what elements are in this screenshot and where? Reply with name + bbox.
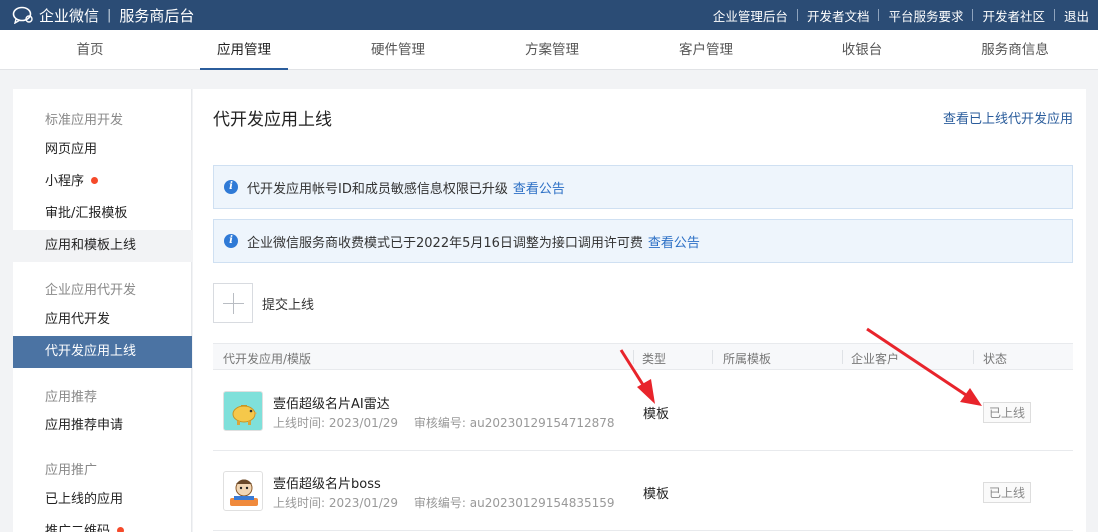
status-badge: 已上线: [983, 482, 1032, 503]
nav-customer-management[interactable]: 客户管理: [669, 30, 743, 70]
link-platform-requirements[interactable]: 平台服务要求: [879, 6, 972, 25]
sidebar-item-custom-app-launch[interactable]: 代开发应用上线: [13, 336, 192, 368]
column-divider: [842, 350, 843, 364]
sidebar-item-custom-dev[interactable]: 应用代开发: [13, 304, 192, 336]
sidebar-item-approval-template[interactable]: 审批/汇报模板: [13, 198, 192, 230]
sidebar-group-title: 应用推广: [45, 463, 98, 478]
sidebar-item-recommend-apply[interactable]: 应用推荐申请: [13, 410, 192, 442]
notice-banner: i 代开发应用帐号ID和成员敏感信息权限已升级 查看公告: [213, 165, 1073, 209]
nav-cashier[interactable]: 收银台: [832, 30, 892, 70]
sidebar-item-promo-qrcode[interactable]: 推广二维码: [13, 516, 192, 532]
nav-provider-info[interactable]: 服务商信息: [970, 30, 1060, 70]
sidebar-item-web-app[interactable]: 网页应用: [13, 134, 192, 166]
sidebar-item-mini-program[interactable]: 小程序: [13, 166, 192, 198]
notice-text: 代开发应用帐号ID和成员敏感信息权限已升级: [247, 181, 508, 197]
launch-time: 2023/01/29: [328, 416, 399, 430]
brand-subtitle: 服务商后台: [119, 6, 195, 25]
info-icon: i: [224, 234, 238, 248]
column-header: 类型: [642, 352, 667, 366]
link-admin-console[interactable]: 企业管理后台: [704, 6, 797, 25]
launch-time-label: 上线时间:: [273, 416, 326, 430]
sidebar-item-label: 推广二维码: [45, 524, 111, 532]
table-row[interactable]: 壹佰超级名片boss 上线时间: 2023/01/29 审核编号: au2023…: [213, 451, 1073, 531]
table-row[interactable]: 壹佰超级名片AI雷达 上线时间: 2023/01/29 审核编号: au2023…: [213, 371, 1073, 451]
sidebar-group-title: 企业应用代开发: [45, 283, 137, 298]
column-divider: [712, 350, 713, 364]
nav-solution-management[interactable]: 方案管理: [515, 30, 589, 70]
column-divider: [633, 350, 634, 364]
sidebar-item-app-template-launch[interactable]: 应用和模板上线: [13, 230, 192, 262]
column-header: 所属模板: [723, 352, 772, 366]
notification-dot: [117, 527, 125, 532]
app-name[interactable]: 壹佰超级名片AI雷达: [273, 393, 390, 412]
status-badge: 已上线: [983, 402, 1032, 423]
app-meta: 上线时间: 2023/01/29 审核编号: au202301291547128…: [273, 414, 615, 431]
nav-home[interactable]: 首页: [62, 30, 118, 70]
notice-banner: i 企业微信服务商收费模式已于2022年5月16日调整为接口调用许可费 查看公告: [213, 219, 1073, 263]
link-developer-community[interactable]: 开发者社区: [973, 6, 1054, 25]
logout-link[interactable]: 退出: [1055, 6, 1098, 25]
brand-name: 企业微信: [39, 6, 100, 25]
main-content: 代开发应用上线 查看已上线代开发应用 i 代开发应用帐号ID和成员敏感信息权限已…: [193, 89, 1086, 532]
link-developer-docs[interactable]: 开发者文档: [798, 6, 879, 25]
column-header: 状态: [983, 352, 1008, 366]
main-nav: 首页 应用管理 硬件管理 方案管理 客户管理 收银台 服务商信息: [0, 30, 1098, 70]
wecom-logo-icon: [12, 6, 33, 24]
page-title: 代开发应用上线: [213, 110, 332, 130]
brand-divider: |: [107, 7, 112, 23]
view-launched-apps-link[interactable]: 查看已上线代开发应用: [943, 108, 1073, 127]
column-header: 企业客户: [851, 352, 900, 366]
launch-time: 2023/01/29: [328, 496, 399, 510]
info-icon: i: [224, 180, 238, 194]
audit-number-label: 审核编号:: [413, 416, 466, 430]
notice-link[interactable]: 查看公告: [513, 178, 565, 197]
notice-link[interactable]: 查看公告: [648, 232, 700, 251]
audit-number: au20230129154835159: [469, 496, 615, 510]
notice-text: 企业微信服务商收费模式已于2022年5月16日调整为接口调用许可费: [247, 235, 643, 251]
add-icon[interactable]: [213, 283, 253, 323]
table-header: 代开发应用/模版 类型 所属模板 企业客户 状态: [213, 343, 1073, 370]
piggy-bank-icon: [223, 391, 263, 431]
cartoon-mascot-icon: [223, 471, 263, 511]
launch-time-label: 上线时间:: [273, 496, 326, 510]
nav-hardware-management[interactable]: 硬件管理: [361, 30, 435, 70]
app-meta: 上线时间: 2023/01/29 审核编号: au202301291548351…: [273, 494, 615, 511]
top-links: 企业管理后台 开发者文档 平台服务要求 开发者社区 退出: [704, 0, 1098, 30]
nav-app-management[interactable]: 应用管理: [200, 30, 288, 70]
logo[interactable]: 企业微信 | 服务商后台: [12, 5, 194, 25]
audit-number: au20230129154712878: [469, 416, 615, 430]
notification-dot: [91, 177, 99, 184]
app-type: 模板: [643, 487, 670, 502]
column-divider: [973, 350, 974, 364]
sidebar-item-launched-apps[interactable]: 已上线的应用: [13, 484, 192, 516]
top-bar: 企业微信 | 服务商后台 企业管理后台 开发者文档 平台服务要求 开发者社区 退…: [0, 0, 1098, 30]
app-type: 模板: [643, 407, 670, 422]
sidebar-group-title: 应用推荐: [45, 390, 98, 405]
audit-number-label: 审核编号:: [413, 496, 466, 510]
submit-launch-button[interactable]: 提交上线: [262, 294, 314, 313]
sidebar-item-label: 小程序: [45, 174, 85, 189]
sidebar-group-title: 标准应用开发: [45, 113, 124, 128]
column-header: 代开发应用/模版: [223, 352, 312, 366]
sidebar: 标准应用开发 网页应用 小程序 审批/汇报模板 应用和模板上线 企业应用代开发 …: [13, 89, 192, 532]
app-name[interactable]: 壹佰超级名片boss: [273, 473, 381, 492]
